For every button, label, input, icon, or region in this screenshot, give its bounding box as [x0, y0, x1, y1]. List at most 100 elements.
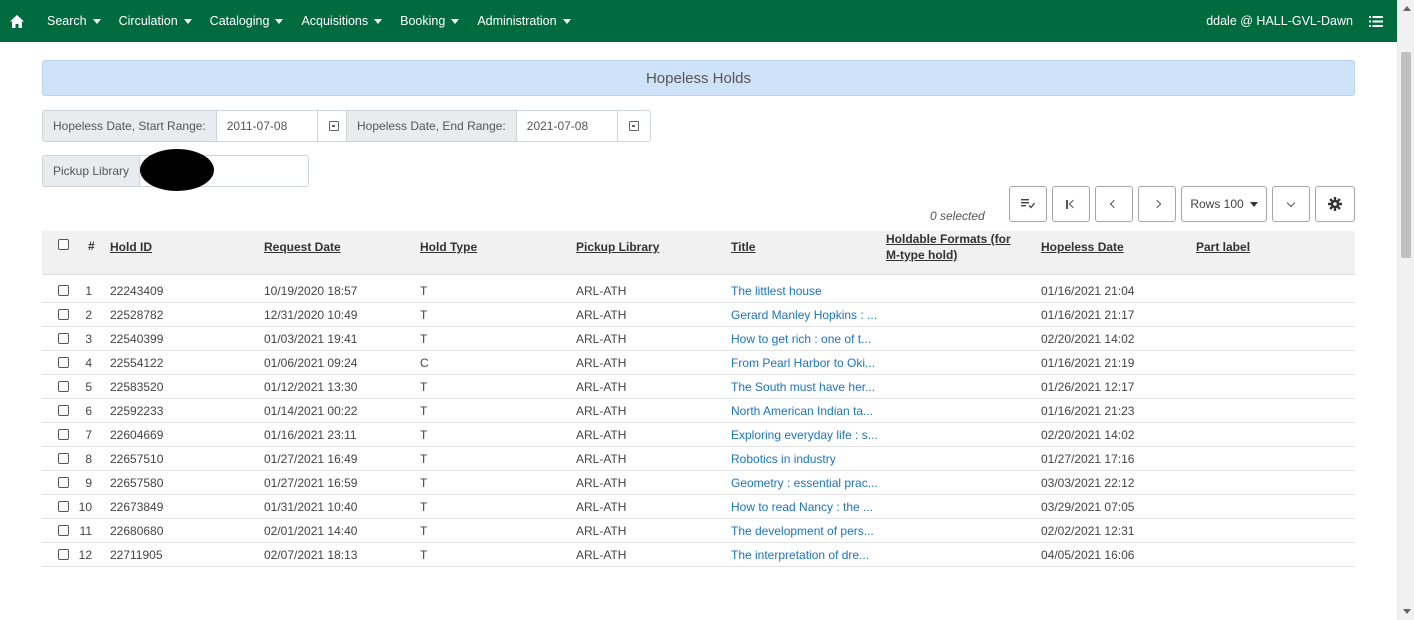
table-row[interactable]: 5 22583520 01/12/2021 13:30 T ARL-ATH The Sou…	[42, 376, 1355, 399]
col-header-hold-id[interactable]: Hold ID	[110, 239, 152, 255]
title-link[interactable]: Gerard Manley Hopkins : ...	[731, 308, 877, 322]
pickup-library-cell: ARL-ATH	[576, 500, 627, 514]
row-checkbox[interactable]	[58, 309, 69, 320]
request-date-cell: 01/14/2021 00:22	[264, 404, 358, 418]
select-actions-button[interactable]	[1009, 186, 1047, 222]
table-row[interactable]: 7 22604669 01/16/2021 23:11 T ARL-ATH Explori…	[42, 424, 1355, 447]
hold-type-cell: T	[420, 284, 428, 298]
scroll-up-arrow-icon[interactable]	[1398, 0, 1414, 17]
col-header-pickup-library[interactable]: Pickup Library	[576, 239, 659, 255]
nav-acquisitions-menu[interactable]: Acquisitions	[292, 14, 391, 28]
chevron-left-icon	[1109, 199, 1119, 209]
nav-search-label: Search	[47, 14, 87, 28]
title-link[interactable]: From Pearl Harbor to Oki...	[731, 356, 875, 370]
row-checkbox[interactable]	[58, 405, 69, 416]
title-link[interactable]: The South must have her...	[731, 380, 875, 394]
request-date-cell: 01/12/2021 13:30	[264, 380, 358, 394]
start-date-input[interactable]: 2011-07-08	[216, 110, 318, 142]
col-header-request-date[interactable]: Request Date	[264, 239, 341, 255]
pickup-library-cell: ARL-ATH	[576, 404, 627, 418]
row-number: 7	[85, 428, 92, 442]
table-row[interactable]: 3 22540399 01/03/2021 19:41 T ARL-ATH How to …	[42, 328, 1355, 351]
title-link[interactable]: The littlest house	[731, 284, 822, 298]
col-header-hold-type[interactable]: Hold Type	[420, 239, 477, 255]
next-page-button[interactable]	[1138, 186, 1176, 222]
select-all-checkbox[interactable]	[58, 239, 69, 250]
list-menu-icon[interactable]	[1369, 0, 1383, 42]
row-checkbox[interactable]	[58, 429, 69, 440]
list-check-icon	[1021, 199, 1035, 209]
user-workstation-label[interactable]: ddale @ HALL-GVL-Dawn	[1206, 0, 1353, 42]
title-link[interactable]: Geometry : essential prac...	[731, 476, 878, 490]
row-checkbox[interactable]	[58, 333, 69, 344]
home-icon[interactable]	[0, 0, 34, 42]
row-checkbox[interactable]	[58, 357, 69, 368]
nav-menu: Search Circulation Cataloging Acquisitio…	[38, 14, 580, 28]
first-page-button[interactable]	[1052, 186, 1090, 222]
scroll-thumb[interactable]	[1401, 52, 1411, 258]
expand-rows-button[interactable]	[1272, 186, 1310, 222]
row-checkbox[interactable]	[58, 453, 69, 464]
table-row[interactable]: 12 22711905 02/07/2021 18:13 T ARL-ATH The in…	[42, 544, 1355, 567]
hold-id-cell: 22604669	[110, 428, 164, 442]
pickup-library-cell: ARL-ATH	[576, 332, 627, 346]
title-link[interactable]: The interpretation of dre...	[731, 548, 869, 562]
title-link[interactable]: Robotics in industry	[731, 452, 836, 466]
row-checkbox[interactable]	[58, 477, 69, 488]
row-checkbox[interactable]	[58, 549, 69, 560]
scroll-down-arrow-icon[interactable]	[1398, 603, 1414, 620]
table-row[interactable]: 10 22673849 01/31/2021 10:40 T ARL-ATH How to…	[42, 496, 1355, 519]
page-scrollbar[interactable]	[1397, 0, 1414, 620]
row-checkbox[interactable]	[58, 525, 69, 536]
col-header-hopeless-date[interactable]: Hopeless Date	[1041, 239, 1124, 255]
nav-circulation-menu[interactable]: Circulation	[110, 14, 201, 28]
table-row[interactable]: 8 22657510 01/27/2021 16:49 T ARL-ATH Robotic…	[42, 448, 1355, 471]
nav-search-menu[interactable]: Search	[38, 14, 110, 28]
gear-icon	[1328, 197, 1342, 211]
table-row[interactable]: 11 22680680 02/01/2021 14:40 T ARL-ATH The de…	[42, 520, 1355, 543]
request-date-cell: 01/16/2021 23:11	[264, 428, 357, 442]
col-header-holdable-formats[interactable]: Holdable Formats (for M-type hold)	[886, 231, 1011, 263]
chevron-down-icon	[1286, 198, 1296, 207]
title-link[interactable]: How to get rich : one of t...	[731, 332, 871, 346]
nav-booking-menu[interactable]: Booking	[391, 14, 468, 28]
chevron-right-icon	[1152, 199, 1162, 209]
table-row[interactable]: 9 22657580 01/27/2021 16:59 T ARL-ATH Geometr…	[42, 472, 1355, 495]
title-link[interactable]: How to read Nancy : the ...	[731, 500, 873, 514]
row-checkbox[interactable]	[58, 381, 69, 392]
nav-booking-label: Booking	[400, 14, 446, 28]
table-row[interactable]: 1 22243409 10/19/2020 18:57 T ARL-ATH The lit…	[42, 280, 1355, 303]
title-link[interactable]: North American Indian ta...	[731, 404, 873, 418]
end-date-input[interactable]: 2021-07-08	[516, 110, 618, 142]
nav-cataloging-menu[interactable]: Cataloging	[201, 14, 293, 28]
rows-per-page-dropdown[interactable]: Rows 100	[1181, 186, 1267, 222]
nav-cataloging-label: Cataloging	[209, 14, 270, 28]
title-link[interactable]: Exploring everyday life : s...	[731, 428, 878, 442]
redaction-mark	[140, 149, 214, 191]
col-header-holdable-formats-line1: Holdable Formats (for	[886, 232, 1011, 246]
pickup-library-cell: ARL-ATH	[576, 380, 627, 394]
chevron-down-icon	[275, 18, 284, 24]
table-row[interactable]: 2 22528782 12/31/2020 10:49 T ARL-ATH Gerard …	[42, 304, 1355, 327]
hold-type-cell: T	[420, 332, 428, 346]
grid-header: # Hold ID Request Date Hold Type Pickup …	[42, 231, 1355, 275]
title-link[interactable]: The development of pers...	[731, 524, 874, 538]
pickup-library-cell: ARL-ATH	[576, 548, 627, 562]
previous-page-button[interactable]	[1095, 186, 1133, 222]
row-checkbox[interactable]	[58, 501, 69, 512]
pickup-library-label: Pickup Library	[42, 155, 141, 187]
request-date-cell: 10/19/2020 18:57	[264, 284, 358, 298]
nav-administration-menu[interactable]: Administration	[468, 14, 579, 28]
pickup-library-cell: ARL-ATH	[576, 284, 627, 298]
grid-settings-button[interactable]	[1315, 186, 1355, 222]
end-date-calendar-button[interactable]	[617, 110, 651, 142]
table-row[interactable]: 6 22592233 01/14/2021 00:22 T ARL-ATH North A…	[42, 400, 1355, 423]
pickup-library-cell: ARL-ATH	[576, 308, 627, 322]
table-row[interactable]: 4 22554122 01/06/2021 09:24 C ARL-ATH From Pe…	[42, 352, 1355, 375]
hold-id-cell: 22583520	[110, 380, 164, 394]
col-header-title[interactable]: Title	[731, 239, 755, 255]
hold-id-cell: 22554122	[110, 356, 164, 370]
row-checkbox[interactable]	[58, 285, 69, 296]
row-number: 6	[85, 404, 92, 418]
col-header-part-label[interactable]: Part label	[1196, 239, 1250, 255]
